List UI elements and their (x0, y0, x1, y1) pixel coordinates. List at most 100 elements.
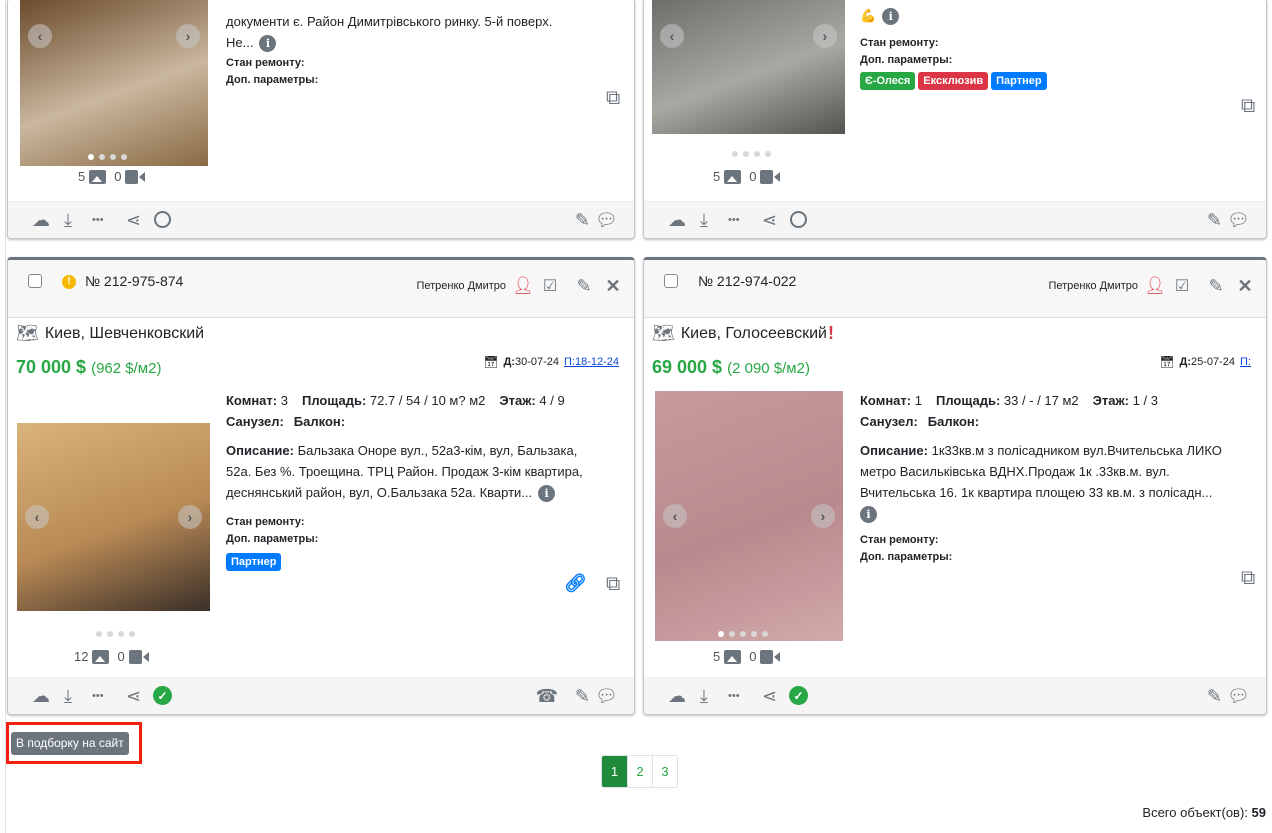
page-left-border (0, 0, 6, 833)
edit-pencil-icon[interactable]: ✎ (1206, 276, 1226, 296)
video-icon (125, 169, 146, 184)
balcony-label: Балкон: (293, 414, 346, 429)
photo-dot[interactable] (129, 631, 135, 637)
agent-name: Петренко Дмитро (416, 280, 506, 292)
update-date-link[interactable]: П: (1240, 356, 1251, 368)
more-icon[interactable]: ••• (728, 210, 740, 230)
photo-dot[interactable] (762, 631, 768, 637)
user-icon[interactable]: 👤︎ (1144, 276, 1166, 296)
select-checkbox[interactable] (28, 274, 42, 288)
info-icon[interactable]: i (882, 8, 900, 26)
calendar-check-icon[interactable]: ☑ (541, 276, 559, 296)
add-to-selection-button[interactable]: В подборку на сайт (11, 732, 129, 755)
listing-photo[interactable]: ‹ › (17, 423, 210, 611)
calendar-check-icon[interactable]: ☑ (1173, 276, 1191, 296)
share-icon[interactable]: ⋖ (126, 210, 141, 230)
photo-dot[interactable] (732, 151, 738, 157)
listing-photo[interactable]: ‹ › (652, 0, 845, 134)
comment-icon[interactable]: 💬︎ (1227, 210, 1250, 230)
cloud-upload-icon[interactable]: ☁ (32, 210, 50, 230)
description-text: 💪 i (860, 5, 1260, 26)
more-icon[interactable]: ••• (728, 686, 740, 706)
description: Описание: 1к33кв.м з полісадником вул.Вч… (860, 440, 1266, 524)
download-icon[interactable]: ⤓ (64, 686, 72, 706)
photo-dot[interactable] (740, 631, 746, 637)
photo-next-arrow[interactable]: › (811, 504, 835, 528)
tag-badge: Ексклюзив (918, 72, 989, 90)
select-checkbox[interactable] (664, 274, 678, 288)
photo-dot[interactable] (99, 154, 105, 160)
comment-icon[interactable]: 💬︎ (595, 210, 618, 230)
photo-dots (88, 154, 127, 160)
photo-dot[interactable] (118, 631, 124, 637)
cloud-upload-icon[interactable]: ☁ (668, 210, 686, 230)
update-date-link[interactable]: П:18-12-24 (564, 356, 619, 368)
photo-dot[interactable] (743, 151, 749, 157)
listing-photo[interactable]: ‹ › (20, 0, 208, 166)
photo-prev-arrow[interactable]: ‹ (663, 504, 687, 528)
status-pending-icon[interactable] (790, 211, 807, 228)
download-icon[interactable]: ⤓ (64, 210, 72, 230)
more-icon[interactable]: ••• (92, 210, 104, 230)
description-label: Описание: (226, 443, 294, 458)
description-text: документи є. Район Димитрівського ринку.… (226, 11, 626, 53)
external-link-icon[interactable]: ⧉ (1241, 95, 1255, 118)
page-3[interactable]: 3 (652, 756, 677, 787)
photo-dot[interactable] (718, 631, 724, 637)
info-icon[interactable]: i (259, 35, 277, 53)
listing-photo[interactable]: ‹ › (655, 391, 843, 641)
page-1[interactable]: 1 (602, 756, 627, 787)
download-icon[interactable]: ⤓ (700, 210, 708, 230)
spec-label: Комнат: (860, 393, 912, 408)
photo-dots (732, 151, 771, 157)
status-pending-icon[interactable] (154, 211, 171, 228)
cloud-upload-icon[interactable]: ☁ (668, 686, 686, 706)
photo-prev-arrow[interactable]: ‹ (28, 24, 52, 48)
edit-note-icon[interactable]: ✎ (575, 686, 590, 706)
phone-icon[interactable]: ☎ (536, 686, 558, 706)
photo-prev-arrow[interactable]: ‹ (660, 24, 684, 48)
balcony-label: Балкон: (927, 414, 980, 429)
photo-next-arrow[interactable]: › (176, 24, 200, 48)
user-icon[interactable]: 👤︎ (512, 276, 534, 296)
share-icon[interactable]: ⋖ (762, 686, 777, 706)
photo-count: 5 (78, 169, 86, 184)
close-icon[interactable]: ✕ (1236, 276, 1254, 296)
edit-pencil-icon[interactable]: ✎ (574, 276, 594, 296)
photo-dot[interactable] (751, 631, 757, 637)
photo-dot[interactable] (121, 154, 127, 160)
info-icon[interactable]: i (538, 485, 556, 503)
share-icon[interactable]: ⋖ (126, 686, 141, 706)
photo-dot[interactable] (96, 631, 102, 637)
external-link-icon[interactable]: ⧉ (606, 87, 620, 110)
photo-dot[interactable] (729, 631, 735, 637)
more-icon[interactable]: ••• (92, 686, 104, 706)
comment-icon[interactable]: 💬︎ (1227, 686, 1250, 706)
photo-dot[interactable] (107, 631, 113, 637)
link-icon[interactable]: 🔗︎ (564, 573, 587, 594)
info-icon[interactable]: i (860, 506, 877, 524)
photo-dot[interactable] (88, 154, 94, 160)
status-done-icon[interactable]: ✓ (153, 686, 172, 705)
spec-label: Этаж: (499, 393, 536, 408)
comment-icon[interactable]: 💬︎ (595, 686, 618, 706)
spec-value: 4 / 9 (539, 393, 565, 408)
external-link-icon[interactable]: ⧉ (1241, 567, 1255, 590)
close-icon[interactable]: ✕ (604, 276, 622, 296)
external-link-icon[interactable]: ⧉ (606, 573, 620, 596)
photo-next-arrow[interactable]: › (178, 505, 202, 529)
download-icon[interactable]: ⤓ (700, 686, 708, 706)
photo-dot[interactable] (754, 151, 760, 157)
cloud-upload-icon[interactable]: ☁ (32, 686, 50, 706)
photo-next-arrow[interactable]: › (813, 24, 837, 48)
photo-prev-arrow[interactable]: ‹ (25, 505, 49, 529)
photo-dot[interactable] (765, 151, 771, 157)
edit-note-icon[interactable]: ✎ (1207, 210, 1222, 230)
photo-dot[interactable] (110, 154, 116, 160)
page-2[interactable]: 2 (627, 756, 652, 787)
share-icon[interactable]: ⋖ (762, 210, 777, 230)
spec-label: Площадь: (301, 393, 367, 408)
status-done-icon[interactable]: ✓ (789, 686, 808, 705)
edit-note-icon[interactable]: ✎ (1207, 686, 1222, 706)
edit-note-icon[interactable]: ✎ (575, 210, 590, 230)
